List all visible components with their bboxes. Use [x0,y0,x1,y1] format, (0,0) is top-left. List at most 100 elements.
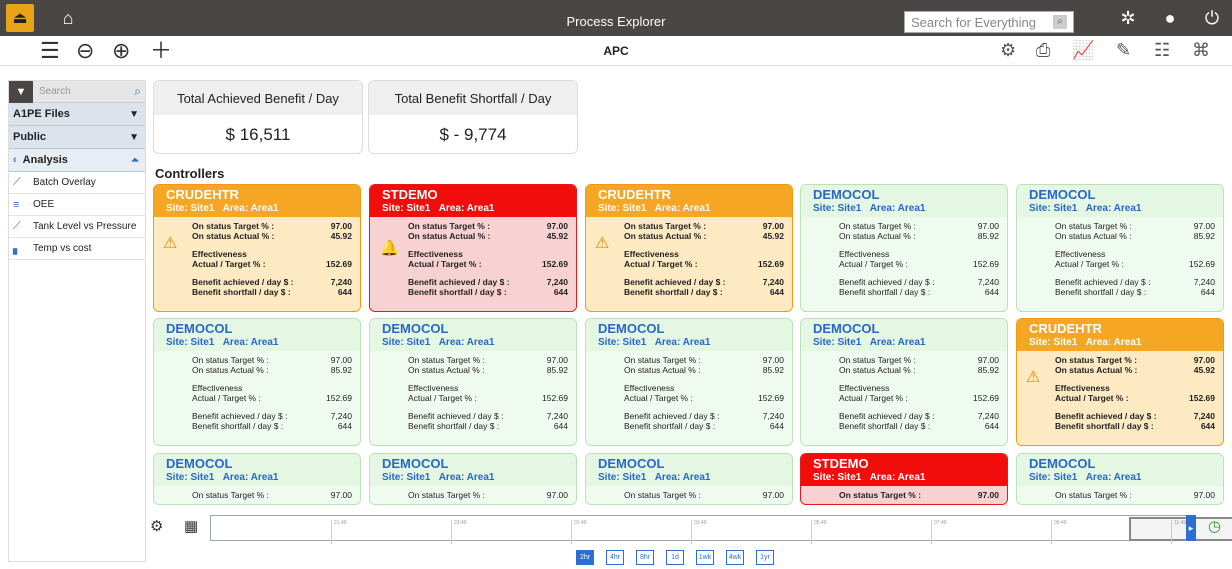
timeline-tick: 03:49 [691,520,707,544]
metric-label: On status Target % : [1055,355,1138,365]
controller-card-stdemo[interactable]: STDEMO Site: Site1 Area: Area1 🔔 On stat… [369,184,577,312]
collection-dropdown[interactable]: A1PE Files ▼ [9,103,145,126]
controller-card-democol[interactable]: DEMOCOL Site: Site1 Area: Area1 On statu… [585,318,793,446]
range-button-1wk[interactable]: 1wk [696,550,714,565]
metric-row: On status Target % : 97.00 [192,221,352,231]
metric-row: On status Target % : 97.00 [839,355,999,365]
metric-row: Effectiveness [839,249,999,259]
metric-label: On status Target % : [839,355,916,365]
metric-label: On status Actual % : [408,365,485,375]
controller-card-stdemo[interactable]: STDEMO Site: Site1 Area: Area1 On status… [800,453,1008,505]
controller-card-crudehtr[interactable]: CRUDEHTR Site: Site1 Area: Area1 ⚠ On st… [1016,318,1224,446]
range-button-1yr[interactable]: 1yr [756,550,774,565]
settings-icon[interactable]: ✲ [1112,0,1144,36]
card-header: DEMOCOL Site: Site1 Area: Area1 [370,319,576,351]
metric-value: 152.69 [758,393,784,403]
metric-row: Actual / Target % : 152.69 [624,393,784,403]
sidebar-search-icon[interactable]: ⌕ [134,84,141,99]
controller-card-democol[interactable]: DEMOCOL Site: Site1 Area: Area1 On statu… [369,453,577,505]
search-icon[interactable]: ⌕ [1053,15,1067,29]
metric-label: On status Actual % : [408,231,491,241]
metric-row: On status Actual % : 85.92 [192,365,352,375]
range-button-4wk[interactable]: 4wk [726,550,744,565]
sidebar-item-oee[interactable]: ≡ OEE [9,194,145,216]
checklist-icon[interactable]: ☷ [1154,40,1170,61]
metric-row: On status Target % : 97.00 [624,490,784,500]
clock-icon[interactable]: ◷ [1208,517,1221,535]
metric-row: On status Target % : 97.00 [1055,355,1215,365]
controller-card-crudehtr[interactable]: CRUDEHTR Site: Site1 Area: Area1 ⚠ On st… [153,184,361,312]
card-header: DEMOCOL Site: Site1 Area: Area1 [1017,454,1223,486]
site-area: Site: Site1 Area: Area1 [166,336,360,349]
timeline-scroll-right[interactable]: ▸ [1186,515,1196,541]
timeline-bar: ⚙ ▦ ◂ 21:4923:4901:4903:4905:4907:4909:4… [150,512,1232,544]
metric-label: On status Actual % : [192,231,275,241]
time-settings-icon[interactable]: ⚙ [1000,40,1016,61]
back-chevron-icon[interactable]: ‹ [13,154,17,166]
metric-label: Effectiveness [192,249,247,259]
sidebar-item-batch-overlay[interactable]: ⟋ Batch Overlay [9,172,145,194]
metric-label: Effectiveness [1055,249,1106,259]
metric-row: Benefit shortfall / day $ : 644 [408,421,568,431]
calendar-icon[interactable]: ▦ [184,517,198,535]
metric-label: Benefit shortfall / day $ : [624,287,723,297]
collapse-icon[interactable]: ⏶ [131,155,139,166]
sidebar-item-tank-level[interactable]: ⟋ Tank Level vs Pressure [9,216,145,238]
metric-row: On status Actual % : 45.92 [192,231,352,241]
global-search-input[interactable]: Search for Everything ⌕ [904,11,1074,33]
site-area: Site: Site1 Area: Area1 [598,336,792,349]
metric-label: Actual / Target % : [408,259,482,269]
chart-edit-icon[interactable]: ✎ [1116,40,1131,61]
metric-row: Effectiveness [1055,383,1215,393]
site-label: Site: Site1 [1029,472,1078,483]
sidebar-search-placeholder: Search [39,86,71,97]
metric-value: 644 [1200,287,1215,297]
metric-value: 644 [984,421,999,431]
controller-card-democol[interactable]: DEMOCOL Site: Site1 Area: Area1 On statu… [585,453,793,505]
metric-label: Effectiveness [624,249,679,259]
site-area: Site: Site1 Area: Area1 [382,202,576,215]
area-label: Area: Area1 [654,472,711,483]
network-icon[interactable]: ⌘ [1192,40,1210,61]
warning-icon: ⚠ [163,235,178,252]
timeline-settings-icon[interactable]: ⚙ [150,517,163,535]
controller-card-democol[interactable]: DEMOCOL Site: Site1 Area: Area1 On statu… [369,318,577,446]
kpi-achieved-benefit: Total Achieved Benefit / Day $ 16,511 [153,80,363,154]
controller-card-democol[interactable]: DEMOCOL Site: Site1 Area: Area1 On statu… [153,318,361,446]
controller-card-democol[interactable]: DEMOCOL Site: Site1 Area: Area1 On statu… [153,453,361,505]
metric-value: 152.69 [542,393,568,403]
controller-card-democol[interactable]: DEMOCOL Site: Site1 Area: Area1 On statu… [800,184,1008,312]
sidebar-item-temp-vs-cost[interactable]: ▖ Temp vs cost [9,238,145,260]
power-icon[interactable]: ⏻ [1196,0,1228,36]
metric-value: 97.00 [977,221,999,231]
metric-row: Actual / Target % : 152.69 [1055,393,1215,403]
timeline-track[interactable]: 21:49 23:49 01:49 03:49 05:49 07:49 09:49 11:49 [210,515,1232,544]
site-label: Site: Site1 [382,203,431,214]
sidebar-search[interactable]: ▼ Search ⌕ [9,80,145,103]
controllers-heading: Controllers [155,166,225,181]
visibility-dropdown[interactable]: Public ▼ [9,126,145,149]
site-area: Site: Site1 Area: Area1 [598,471,792,484]
site-area: Site: Site1 Area: Area1 [813,202,1007,215]
controller-card-crudehtr[interactable]: CRUDEHTR Site: Site1 Area: Area1 ⚠ On st… [585,184,793,312]
site-area: Site: Site1 Area: Area1 [1029,336,1223,349]
range-button-2hr[interactable]: 2hr [576,550,594,565]
range-button-4hr[interactable]: 4hr [606,550,624,565]
range-button-8hr[interactable]: 8hr [636,550,654,565]
print-icon[interactable]: ⎙ [1036,40,1050,61]
user-icon[interactable]: ● [1154,0,1186,36]
metric-label: On status Actual % : [624,231,707,241]
site-area: Site: Site1 Area: Area1 [382,471,576,484]
kpi-label: Total Achieved Benefit / Day [154,81,362,115]
metric-label: Effectiveness [408,383,459,393]
area-label: Area: Area1 [438,472,495,483]
trend-icon[interactable]: 📈 [1072,40,1094,61]
metric-value: 97.00 [330,221,352,231]
controller-card-democol[interactable]: DEMOCOL Site: Site1 Area: Area1 On statu… [800,318,1008,446]
controller-card-democol[interactable]: DEMOCOL Site: Site1 Area: Area1 On statu… [1016,453,1224,505]
controller-card-democol[interactable]: DEMOCOL Site: Site1 Area: Area1 On statu… [1016,184,1224,312]
analysis-section-header[interactable]: ‹ Analysis ⏶ [9,149,145,172]
filter-icon[interactable]: ▼ [9,80,33,103]
visibility-label: Public [13,131,47,143]
range-button-1d[interactable]: 1d [666,550,684,565]
